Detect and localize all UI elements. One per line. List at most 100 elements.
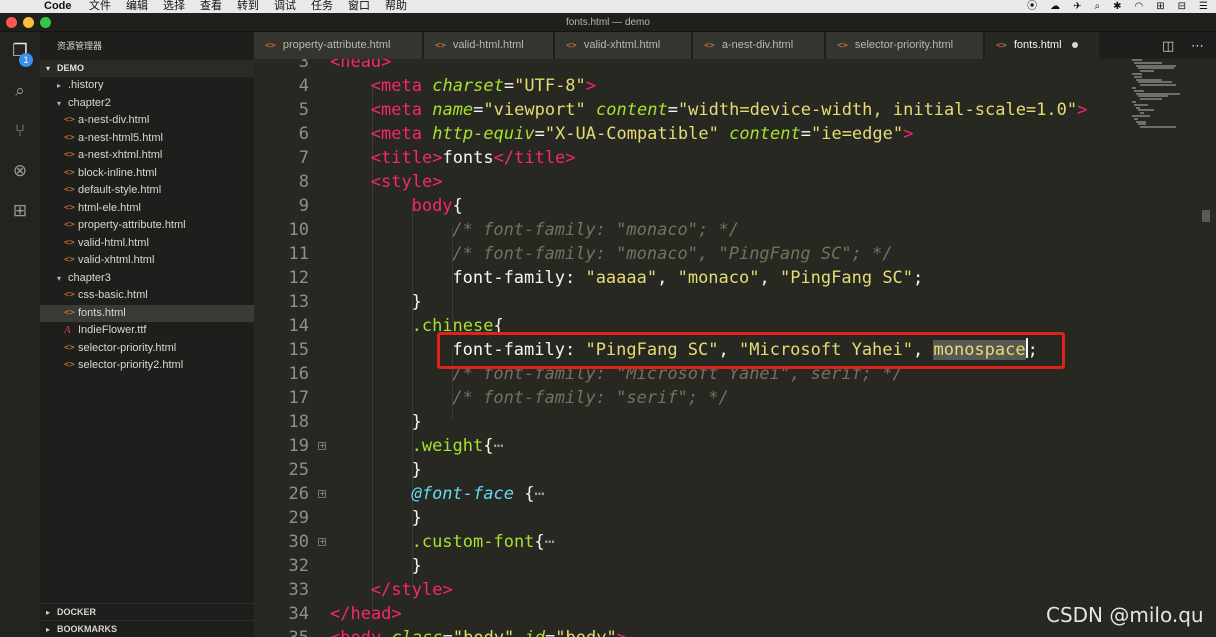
extensions-icon[interactable]: ⊞ — [0, 196, 40, 226]
tree-file[interactable]: <> valid-html.html — [40, 235, 254, 253]
tree-file[interactable]: <> valid-xhtml.html — [40, 252, 254, 270]
tree-file[interactable]: A IndieFlower.ttf — [40, 322, 254, 340]
html-file-icon: <> — [64, 237, 75, 248]
tree-item-label: IndieFlower.ttf — [78, 324, 147, 336]
send-icon[interactable]: ✈ — [1073, 0, 1081, 13]
tab-valid-xhtml-html[interactable]: <> valid-xhtml.html — [555, 32, 692, 59]
fold-expand-icon[interactable]: + — [318, 442, 326, 450]
menu-item[interactable]: 编辑 — [126, 0, 148, 13]
minimap-line — [1140, 70, 1154, 73]
search-icon[interactable]: ⌕ — [1095, 0, 1101, 13]
menu-item[interactable]: 帮助 — [385, 0, 407, 13]
html-file-icon: <> — [996, 41, 1007, 51]
tab-selector-priority-html[interactable]: <> selector-priority.html — [826, 32, 984, 59]
menu-item[interactable]: 文件 — [89, 0, 111, 13]
cloud-icon[interactable]: ☁ — [1050, 0, 1060, 13]
tree-file[interactable]: <> html-ele.html — [40, 200, 254, 218]
tree-item-label: valid-html.html — [78, 236, 149, 249]
folded-ellipsis-icon[interactable]: ⋯ — [494, 436, 504, 456]
folded-ellipsis-icon[interactable]: ⋯ — [534, 484, 544, 504]
code-text: /* font-family: "monaco"; */ — [452, 218, 739, 242]
tab-fonts-html[interactable]: <> fonts.html — [985, 32, 1100, 59]
tree-file[interactable]: <> a-nest-html5.html — [40, 130, 254, 148]
html-file-icon: <> — [64, 150, 75, 160]
tree-file[interactable]: <> a-nest-div.html — [40, 112, 254, 130]
code-text: <style> — [371, 170, 443, 194]
code-token: "aaaaa" — [585, 268, 658, 288]
list-icon[interactable]: ☰ — [1199, 0, 1208, 13]
tree-folder[interactable]: ▾ chapter3 — [40, 270, 254, 288]
workspace-section-demo[interactable]: ▾ DEMO — [40, 60, 254, 77]
tree-folder[interactable]: ▸ .history — [40, 77, 254, 95]
bluetooth-icon[interactable]: ✱ — [1113, 0, 1121, 13]
tab-a-nest-div-html[interactable]: <> a-nest-div.html — [693, 32, 825, 59]
close-window-button[interactable] — [6, 17, 17, 28]
tree-item-label: valid-xhtml.html — [78, 254, 155, 266]
code-text: <meta name="viewport" content="width=dev… — [371, 98, 1088, 122]
vertical-scrollbar-thumb[interactable] — [1202, 210, 1210, 222]
tab-valid-html-html[interactable]: <> valid-html.html — [424, 32, 554, 59]
unsaved-dot-icon[interactable] — [1071, 42, 1078, 49]
source-control-icon[interactable]: ⑂ — [0, 116, 40, 146]
code-token: = — [534, 124, 545, 144]
minimize-window-button[interactable] — [23, 17, 34, 28]
tree-item-label: a-nest-div.html — [78, 114, 150, 126]
code-token: "monaco" — [677, 268, 760, 288]
tree-folder[interactable]: ▾ chapter2 — [40, 95, 254, 113]
code-line: 6 <meta http-equiv="X-UA-Compatible" cont… — [254, 122, 1134, 146]
tree-file[interactable]: <> selector-priority.html — [40, 340, 254, 358]
tree-file[interactable]: <> property-attribute.html — [40, 217, 254, 235]
menu-item[interactable]: 调试 — [274, 0, 296, 13]
code-line: 10 /* font-family: "monaco"; */ — [254, 218, 1134, 242]
line-number: 11 — [288, 244, 309, 264]
code-text: } — [412, 554, 422, 578]
html-file-icon: <> — [64, 202, 75, 213]
calendar-icon[interactable]: ⊟ — [1178, 0, 1186, 13]
tree-file[interactable]: <> selector-priority2.html — [40, 357, 254, 375]
code-token: "PingFang SC" — [779, 268, 914, 288]
docker-section[interactable]: ▸ DOCKER — [40, 603, 254, 620]
code-line: 19 + .weight{⋯ — [254, 434, 1134, 458]
app-menu-code[interactable]: Code — [44, 0, 72, 13]
menu-item[interactable]: 窗口 — [348, 0, 370, 13]
maximize-window-button[interactable] — [40, 17, 51, 28]
tree-file[interactable]: <> fonts.html — [40, 304, 254, 322]
wifi-icon[interactable]: ◠ — [1135, 0, 1144, 13]
code-line: 17 /* font-family: "serif"; */ — [254, 386, 1134, 410]
editor-tab-bar: ◫ ⋯ <> property-attribute.html <> valid-htm… — [254, 32, 1216, 59]
menu-item[interactable]: 查看 — [200, 0, 222, 13]
chevron-right-icon: ▸ — [46, 625, 51, 634]
line-number: 30 — [288, 532, 309, 552]
folded-ellipsis-icon[interactable]: ⋯ — [545, 532, 555, 552]
tab-label: valid-html.html — [452, 39, 524, 51]
tree-file[interactable]: <> css-basic.html — [40, 287, 254, 305]
battery-icon[interactable]: ⊞ — [1156, 0, 1164, 13]
explorer-header: 资源管理器 — [57, 41, 103, 51]
more-actions-icon[interactable]: ⋯ — [1191, 32, 1204, 59]
fold-expand-icon[interactable]: + — [318, 490, 326, 498]
minimap[interactable] — [1132, 59, 1197, 129]
menu-item[interactable]: 转到 — [237, 0, 259, 13]
html-file-icon: <> — [64, 360, 75, 370]
html-file-icon: <> — [64, 255, 75, 265]
fold-expand-icon[interactable]: + — [318, 538, 326, 546]
split-editor-icon[interactable]: ◫ — [1162, 32, 1174, 59]
tree-item-label: selector-priority2.html — [78, 359, 184, 371]
debug-icon[interactable]: ⊗ — [0, 156, 40, 186]
search-icon[interactable]: ⌕ — [0, 76, 40, 106]
line-number: 10 — [288, 220, 309, 240]
record-icon[interactable]: ⦿ — [1027, 0, 1037, 13]
tab-property-attribute-html[interactable]: <> property-attribute.html — [254, 32, 423, 59]
menu-item[interactable]: 任务 — [311, 0, 333, 13]
menu-item[interactable]: 选择 — [163, 0, 185, 13]
tree-file[interactable]: <> a-nest-xhtml.html — [40, 147, 254, 165]
minimap-line — [1134, 117, 1138, 120]
code-text: <meta http-equiv="X-UA-Compatible" conte… — [371, 122, 914, 146]
html-file-icon: <> — [435, 41, 446, 51]
tree-file[interactable]: <> default-style.html — [40, 182, 254, 200]
tree-file[interactable]: <> block-inline.html — [40, 165, 254, 183]
chevron-down-icon: ▾ — [57, 273, 62, 283]
bookmarks-section[interactable]: ▸ BOOKMARKS — [40, 620, 254, 637]
code-text: <title>fonts</title> — [371, 146, 576, 170]
